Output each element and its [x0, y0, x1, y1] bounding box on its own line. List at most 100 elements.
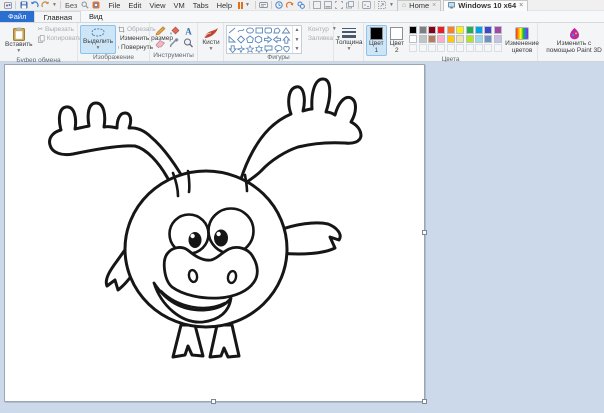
palette-swatch[interactable] — [428, 35, 436, 43]
fullscreen-icon[interactable] — [335, 1, 344, 10]
palette-swatch[interactable] — [484, 26, 492, 34]
take-snapshot-icon[interactable] — [275, 1, 284, 10]
palette-empty-slot[interactable] — [466, 44, 474, 52]
edit-colors-button[interactable]: Изменение цветов — [503, 25, 541, 56]
ribbon-tab-file[interactable]: Файл — [0, 11, 34, 22]
magnifier-icon — [183, 38, 194, 48]
palette-empty-slot[interactable] — [428, 44, 436, 52]
brushes-button[interactable]: Кисти ▼ — [199, 25, 222, 55]
palette-empty-slot[interactable] — [437, 44, 445, 52]
palette-swatch[interactable] — [456, 26, 464, 34]
color2-swatch — [390, 27, 403, 40]
palette-swatch[interactable] — [466, 26, 474, 34]
ribbon-tab-view[interactable]: Вид — [81, 11, 111, 22]
palette-swatch[interactable] — [419, 26, 427, 34]
ribbon-tab-home[interactable]: Главная — [34, 11, 81, 22]
canvas-resize-handle-corner[interactable] — [422, 399, 427, 404]
redo-icon[interactable] — [41, 1, 50, 10]
palette-swatch[interactable] — [409, 26, 417, 34]
palette-swatch[interactable] — [456, 35, 464, 43]
menu-help[interactable]: Help — [217, 1, 232, 10]
divider — [15, 1, 16, 9]
menu-tabs[interactable]: Tabs — [193, 1, 209, 10]
palette-swatch[interactable] — [409, 35, 417, 43]
pencil-tool[interactable] — [153, 25, 167, 37]
tab-label: Windows 10 x64 — [458, 1, 516, 10]
color2-button[interactable]: Цвет 2 — [387, 25, 408, 56]
copy-button[interactable]: Копировать — [38, 34, 82, 43]
group-shapes: ▲ ▼ ▼ Контур ▼ Заливка ▼ Фигу — [224, 23, 334, 61]
shapes-scroll-down[interactable]: ▼ — [295, 37, 300, 43]
drawing-canvas[interactable] — [4, 64, 425, 402]
show-console-view-icon[interactable] — [313, 1, 322, 10]
palette-swatch[interactable] — [484, 35, 492, 43]
snapshot-manager-icon[interactable] — [297, 1, 306, 10]
show-thumbnail-bar-icon[interactable] — [324, 1, 333, 10]
palette-swatch[interactable] — [419, 35, 427, 43]
qat-customize-caret[interactable]: ▼ — [52, 2, 57, 8]
tab-home[interactable]: ⌂ Home × — [397, 0, 441, 11]
palette-empty-slot[interactable] — [456, 44, 464, 52]
browser-app-icon[interactable] — [91, 1, 100, 10]
ribbon: Вставить ▼ ✂ Вырезать Копировать Буфер о… — [0, 23, 604, 62]
magnifier-tool[interactable] — [181, 37, 195, 49]
palette-swatch[interactable] — [437, 26, 445, 34]
palette-swatch[interactable] — [447, 26, 455, 34]
group-colors: Цвет 1 Цвет 2 Изменение цветов Цвета — [364, 23, 538, 61]
cut-button[interactable]: ✂ Вырезать — [38, 25, 82, 34]
rotate-icon — [118, 44, 119, 51]
pause-vm-button[interactable]: ▼ — [238, 2, 251, 9]
eraser-tool[interactable] — [153, 37, 167, 49]
color1-button[interactable]: Цвет 1 — [366, 25, 387, 56]
edit-with-paint3d-button[interactable]: Изменить с помощью Paint 3D — [540, 25, 604, 56]
close-icon[interactable]: × — [519, 2, 523, 9]
tab-windows-10-x64[interactable]: Windows 10 x64 × — [443, 0, 528, 11]
search-icon[interactable] — [80, 1, 89, 10]
palette-swatch[interactable] — [466, 35, 474, 43]
undo-icon[interactable] — [30, 1, 39, 10]
palette-empty-slot[interactable] — [419, 44, 427, 52]
color-picker-tool[interactable] — [167, 37, 181, 49]
palette-swatch[interactable] — [494, 35, 502, 43]
palette-swatch[interactable] — [475, 26, 483, 34]
menu-view[interactable]: View — [149, 1, 165, 10]
canvas-resize-handle-bottom[interactable] — [211, 399, 216, 404]
shape-fill-button[interactable]: Заливка ▼ — [306, 34, 336, 43]
palette-swatch[interactable] — [475, 35, 483, 43]
shapes-gallery[interactable]: ▲ ▼ ▼ — [226, 25, 302, 54]
palette-swatch[interactable] — [494, 26, 502, 34]
palette-swatch[interactable] — [447, 35, 455, 43]
menu-vm[interactable]: VM — [173, 1, 184, 10]
close-icon[interactable]: × — [432, 2, 436, 9]
palette-empty-slot[interactable] — [475, 44, 483, 52]
save-icon[interactable] — [19, 1, 28, 10]
palette-empty-slot[interactable] — [484, 44, 492, 52]
divider — [271, 1, 272, 9]
shapes-scroll-up[interactable]: ▲ — [295, 27, 300, 33]
size-button[interactable]: Толщина ▼ — [333, 25, 366, 55]
palette-empty-slot[interactable] — [447, 44, 455, 52]
shapes-more-button[interactable]: ▼ — [295, 46, 300, 52]
menu-edit[interactable]: Edit — [128, 1, 141, 10]
fill-tool[interactable] — [167, 25, 181, 37]
palette-empty-slot[interactable] — [494, 44, 502, 52]
copy-icon — [38, 35, 45, 43]
unity-mode-icon[interactable] — [346, 1, 355, 10]
fit-guest-caret[interactable]: ▼ — [389, 2, 394, 8]
pause-icon — [238, 2, 240, 9]
palette-empty-slot[interactable] — [409, 44, 417, 52]
console-icon[interactable] — [362, 1, 371, 10]
edit-colors-icon — [515, 27, 529, 40]
text-tool[interactable]: A — [181, 25, 195, 37]
canvas-resize-handle-right[interactable] — [422, 230, 427, 235]
revert-snapshot-icon[interactable] — [286, 1, 295, 10]
select-button[interactable]: Выделить ▼ — [80, 25, 116, 54]
ctrl-alt-del-icon[interactable] — [259, 1, 268, 10]
palette-swatch[interactable] — [428, 26, 436, 34]
fit-guest-icon[interactable] — [378, 1, 387, 10]
menu-file[interactable]: File — [108, 1, 120, 10]
shape-outline-button[interactable]: Контур ▼ — [306, 25, 336, 34]
canvas-drawing — [5, 65, 424, 401]
paste-button[interactable]: Вставить ▼ — [2, 25, 36, 57]
palette-swatch[interactable] — [437, 35, 445, 43]
